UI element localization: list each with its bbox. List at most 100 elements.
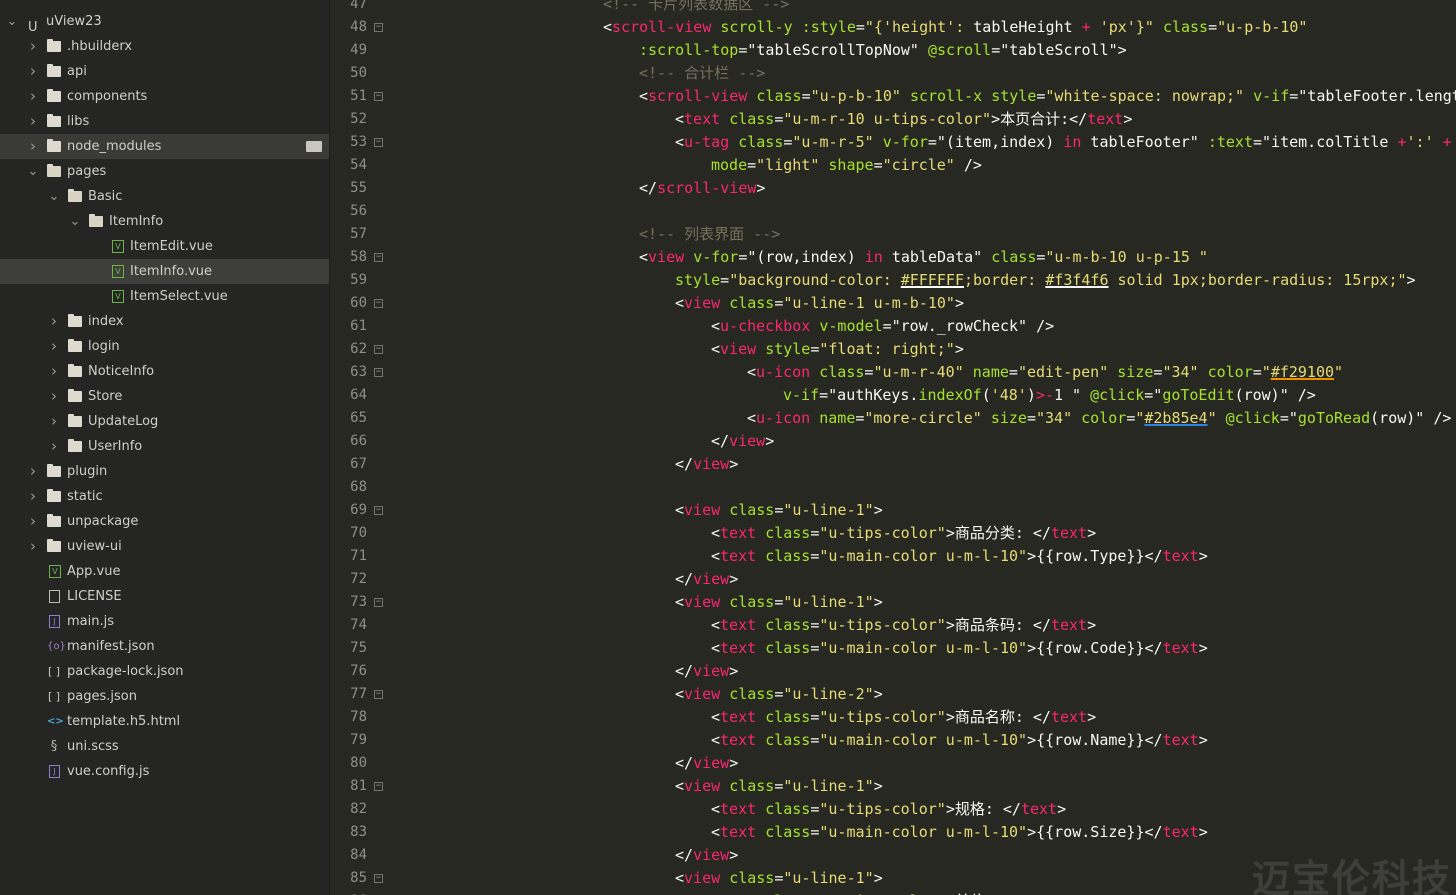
code-line[interactable]: 51− <scroll-view class="u-p-b-10" scroll-… — [330, 85, 1456, 108]
tree-item-uni-scss[interactable]: § uni.scss — [0, 734, 329, 759]
code-line[interactable]: 64 v-if="authKeys.indexOf('48')>-1 " @cli… — [330, 384, 1456, 407]
chevron-right-icon[interactable]: › — [27, 459, 39, 484]
tree-item-main-js[interactable]: Jmain.js — [0, 609, 329, 634]
tree-item-pages[interactable]: ⌄ pages — [0, 159, 329, 184]
chevron-right-icon[interactable]: › — [27, 109, 39, 134]
code-line[interactable]: 62− <view style="float: right;"> — [330, 338, 1456, 361]
code-line[interactable]: 61 <u-checkbox v-model="row._rowCheck" /> — [330, 315, 1456, 338]
tree-item-manifest-json[interactable]: {o} manifest.json — [0, 634, 329, 659]
code-line[interactable]: 59 style="background-color: #FFFFFF;borde… — [330, 269, 1456, 292]
fold-toggle-icon[interactable]: − — [374, 253, 383, 262]
code-line[interactable]: 53− <u-tag class="u-m-r-5" v-for="(item,i… — [330, 131, 1456, 154]
fold-toggle-icon[interactable]: − — [374, 690, 383, 699]
tree-item-static[interactable]: › static — [0, 484, 329, 509]
fold-toggle-icon[interactable]: − — [374, 782, 383, 791]
chevron-right-icon[interactable]: › — [27, 34, 39, 59]
code-line[interactable]: 58− <view v-for="(row,index) in tableData… — [330, 246, 1456, 269]
code-line[interactable]: 73− <view class="u-line-1"> — [330, 591, 1456, 614]
tree-item-userinfo[interactable]: › UserInfo — [0, 434, 329, 459]
code-line[interactable]: 69− <view class="u-line-1"> — [330, 499, 1456, 522]
tree-item-app-vue[interactable]: V App.vue — [0, 559, 329, 584]
tree-item-basic[interactable]: ⌄ Basic — [0, 184, 329, 209]
chevron-down-icon[interactable]: ⌄ — [48, 184, 60, 209]
code-line[interactable]: 72 </view> — [330, 568, 1456, 591]
code-editor[interactable]: 47 <!-- 卡片列表数据区 --> 48− <scroll-view scroll… — [330, 0, 1456, 895]
chevron-right-icon[interactable]: › — [27, 84, 39, 109]
fold-toggle-icon[interactable]: − — [374, 92, 383, 101]
chevron-down-icon[interactable]: ⌄ — [27, 159, 39, 184]
tree-item-login[interactable]: › login — [0, 334, 329, 359]
tree-item-pages-json[interactable]: [ ] pages.json — [0, 684, 329, 709]
code-line[interactable]: 80 </view> — [330, 752, 1456, 775]
code-line[interactable]: 55 </scroll-view> — [330, 177, 1456, 200]
tree-item-vue-config-js[interactable]: Jvue.config.js — [0, 759, 329, 784]
code-line[interactable]: 65 <u-icon name="more-circle" size="34" c… — [330, 407, 1456, 430]
chevron-right-icon[interactable]: › — [27, 534, 39, 559]
tree-item-hbuilderx[interactable]: › .hbuilderx — [0, 34, 329, 59]
chevron-right-icon[interactable]: › — [27, 59, 39, 84]
tree-item-iteminfo-vue[interactable]: V ItemInfo.vue — [0, 259, 329, 284]
code-line[interactable]: 79 <text class="u-main-color u-m-l-10">{{… — [330, 729, 1456, 752]
code-line[interactable]: 75 <text class="u-main-color u-m-l-10">{{… — [330, 637, 1456, 660]
chevron-down-icon[interactable]: ⌄ — [6, 9, 18, 34]
code-line[interactable]: 67 </view> — [330, 453, 1456, 476]
tree-item-unpackage[interactable]: › unpackage — [0, 509, 329, 534]
code-line[interactable]: 76 </view> — [330, 660, 1456, 683]
tree-item-components[interactable]: › components — [0, 84, 329, 109]
code-line[interactable]: 66 </view> — [330, 430, 1456, 453]
code-line[interactable]: 83 <text class="u-main-color u-m-l-10">{{… — [330, 821, 1456, 844]
code-line[interactable]: 48− <scroll-view scroll-y :style="{'heigh… — [330, 16, 1456, 39]
code-line[interactable]: 77− <view class="u-line-2"> — [330, 683, 1456, 706]
chevron-right-icon[interactable]: › — [48, 384, 60, 409]
tree-item-uview23[interactable]: ⌄ UuView23 — [0, 9, 329, 35]
tree-item-libs[interactable]: › libs — [0, 109, 329, 134]
code-line[interactable]: 81− <view class="u-line-1"> — [330, 775, 1456, 798]
code-line[interactable]: 49:scroll-top = "tableScrollTopNow" @scrol… — [330, 39, 1456, 62]
chevron-right-icon[interactable]: › — [48, 359, 60, 384]
tree-item-api[interactable]: › api — [0, 59, 329, 84]
tree-item-template-h5-html[interactable]: <> template.h5.html — [0, 709, 329, 734]
tree-item-store[interactable]: › Store — [0, 384, 329, 409]
tree-item-itemedit-vue[interactable]: V ItemEdit.vue — [0, 234, 329, 259]
code-line[interactable]: 57 <!-- 列表界面 --> — [330, 223, 1456, 246]
code-line[interactable]: 56 — [330, 200, 1456, 223]
tree-item-index[interactable]: › index — [0, 309, 329, 334]
code-line[interactable]: 60− <view class="u-line-1 u-m-b-10"> — [330, 292, 1456, 315]
chevron-right-icon[interactable]: › — [48, 309, 60, 334]
code-line[interactable]: 82 <text class="u-tips-color">规格: </text> — [330, 798, 1456, 821]
tree-item-package-lock-json[interactable]: [ ] package-lock.json — [0, 659, 329, 684]
fold-toggle-icon[interactable]: − — [374, 23, 383, 32]
tree-item-iteminfo[interactable]: ⌄ ItemInfo — [0, 209, 329, 234]
code-line[interactable]: 71 <text class="u-main-color u-m-l-10">{{… — [330, 545, 1456, 568]
code-line[interactable]: 68 — [330, 476, 1456, 499]
tree-item-plugin[interactable]: › plugin — [0, 459, 329, 484]
fold-toggle-icon[interactable]: − — [374, 299, 383, 308]
chevron-right-icon[interactable]: › — [48, 334, 60, 359]
fold-toggle-icon[interactable]: − — [374, 368, 383, 377]
fold-toggle-icon[interactable]: − — [374, 138, 383, 147]
fold-toggle-icon[interactable]: − — [374, 874, 383, 883]
code-line[interactable]: 50 <!-- 合计栏 --> — [330, 62, 1456, 85]
code-line[interactable]: 63− <u-icon class="u-m-r-40" name="edit-p… — [330, 361, 1456, 384]
code-line[interactable]: 47 <!-- 卡片列表数据区 --> — [330, 0, 1456, 16]
fold-toggle-icon[interactable]: − — [374, 506, 383, 515]
chevron-right-icon[interactable]: › — [27, 509, 39, 534]
chevron-right-icon[interactable]: › — [27, 134, 39, 159]
code-line[interactable]: 52 <text class="u-m-r-10 u-tips-color">本页… — [330, 108, 1456, 131]
tree-item-itemselect-vue[interactable]: V ItemSelect.vue — [0, 284, 329, 309]
code-line[interactable]: 54 mode="light" shape="circle" /> — [330, 154, 1456, 177]
tree-item-license[interactable]: LICENSE — [0, 584, 329, 609]
chevron-right-icon[interactable]: › — [48, 409, 60, 434]
tree-item-uview-ui[interactable]: › uview-ui — [0, 534, 329, 559]
code-line[interactable]: 78 <text class="u-tips-color">商品名称: </tex… — [330, 706, 1456, 729]
fold-toggle-icon[interactable]: − — [374, 345, 383, 354]
chevron-down-icon[interactable]: ⌄ — [69, 209, 81, 234]
chevron-right-icon[interactable]: › — [27, 484, 39, 509]
tree-item-node-modules[interactable]: › node_modules — [0, 134, 329, 159]
tree-item-noticeinfo[interactable]: › NoticeInfo — [0, 359, 329, 384]
code-line[interactable]: 74 <text class="u-tips-color">商品条码: </tex… — [330, 614, 1456, 637]
tree-item-updatelog[interactable]: › UpdateLog — [0, 409, 329, 434]
code-line[interactable]: 70 <text class="u-tips-color">商品分类: </tex… — [330, 522, 1456, 545]
chevron-right-icon[interactable]: › — [48, 434, 60, 459]
fold-toggle-icon[interactable]: − — [374, 598, 383, 607]
